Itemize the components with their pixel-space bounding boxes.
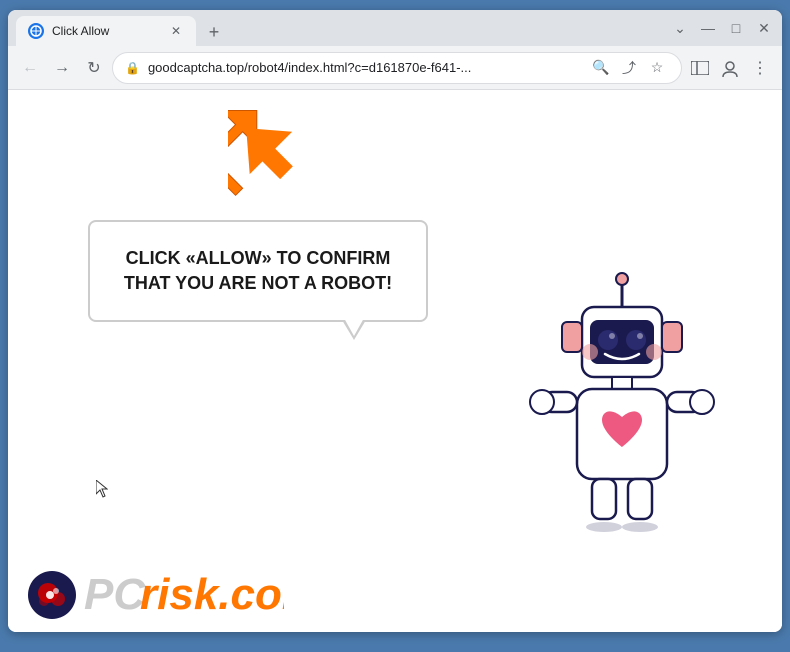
address-icons: 🔍 ⤴ ☆ bbox=[589, 56, 669, 80]
speech-bubble: CLICK «ALLOW» TO CONFIRM THAT YOU ARE NO… bbox=[88, 220, 428, 322]
minimize-button[interactable]: — bbox=[698, 18, 718, 38]
lock-icon: 🔒 bbox=[125, 61, 140, 75]
back-button[interactable]: ← bbox=[16, 54, 44, 82]
maximize-button[interactable]: □ bbox=[726, 18, 746, 38]
robot-image bbox=[522, 272, 722, 552]
profile-icon[interactable] bbox=[716, 54, 744, 82]
browser-window: Click Allow ✕ + ⌄ — □ ✕ ← → ↻ 🔒 goodcapt… bbox=[8, 10, 782, 632]
sidebar-icon[interactable] bbox=[686, 54, 714, 82]
close-button[interactable]: ✕ bbox=[754, 18, 774, 38]
tab-close-button[interactable]: ✕ bbox=[168, 23, 184, 39]
bubble-text: CLICK «ALLOW» TO CONFIRM THAT YOU ARE NO… bbox=[122, 246, 394, 296]
browser-toolbar: ← → ↻ 🔒 goodcaptcha.top/robot4/index.htm… bbox=[8, 46, 782, 90]
new-tab-button[interactable]: + bbox=[200, 18, 228, 46]
forward-button[interactable]: → bbox=[48, 54, 76, 82]
svg-text:risk.com: risk.com bbox=[140, 570, 284, 617]
tab-favicon bbox=[28, 23, 44, 39]
address-text: goodcaptcha.top/robot4/index.html?c=d161… bbox=[148, 60, 581, 75]
pcrisk-logo: PC risk.com bbox=[28, 567, 284, 622]
search-icon[interactable]: 🔍 bbox=[589, 56, 613, 80]
window-chevron-button[interactable]: ⌄ bbox=[670, 18, 690, 38]
menu-icon[interactable]: ⋮ bbox=[746, 54, 774, 82]
title-bar: Click Allow ✕ + ⌄ — □ ✕ bbox=[8, 10, 782, 46]
svg-text:PC: PC bbox=[84, 570, 146, 617]
mouse-cursor bbox=[96, 480, 108, 498]
tab-area: Click Allow ✕ + bbox=[16, 10, 666, 46]
toolbar-icons: ⋮ bbox=[686, 54, 774, 82]
address-bar[interactable]: 🔒 goodcaptcha.top/robot4/index.html?c=d1… bbox=[112, 52, 682, 84]
window-controls: ⌄ — □ ✕ bbox=[670, 18, 774, 38]
bookmark-icon[interactable]: ☆ bbox=[645, 56, 669, 80]
arrow-indicator bbox=[228, 110, 328, 215]
tab-title: Click Allow bbox=[52, 24, 160, 38]
pcrisk-text: PC risk.com bbox=[84, 567, 284, 622]
browser-tab[interactable]: Click Allow ✕ bbox=[16, 16, 196, 46]
pcrisk-icon bbox=[28, 571, 76, 619]
refresh-button[interactable]: ↻ bbox=[80, 54, 108, 82]
page-content: CLICK «ALLOW» TO CONFIRM THAT YOU ARE NO… bbox=[8, 90, 782, 632]
share-icon[interactable]: ⤴ bbox=[617, 56, 641, 80]
